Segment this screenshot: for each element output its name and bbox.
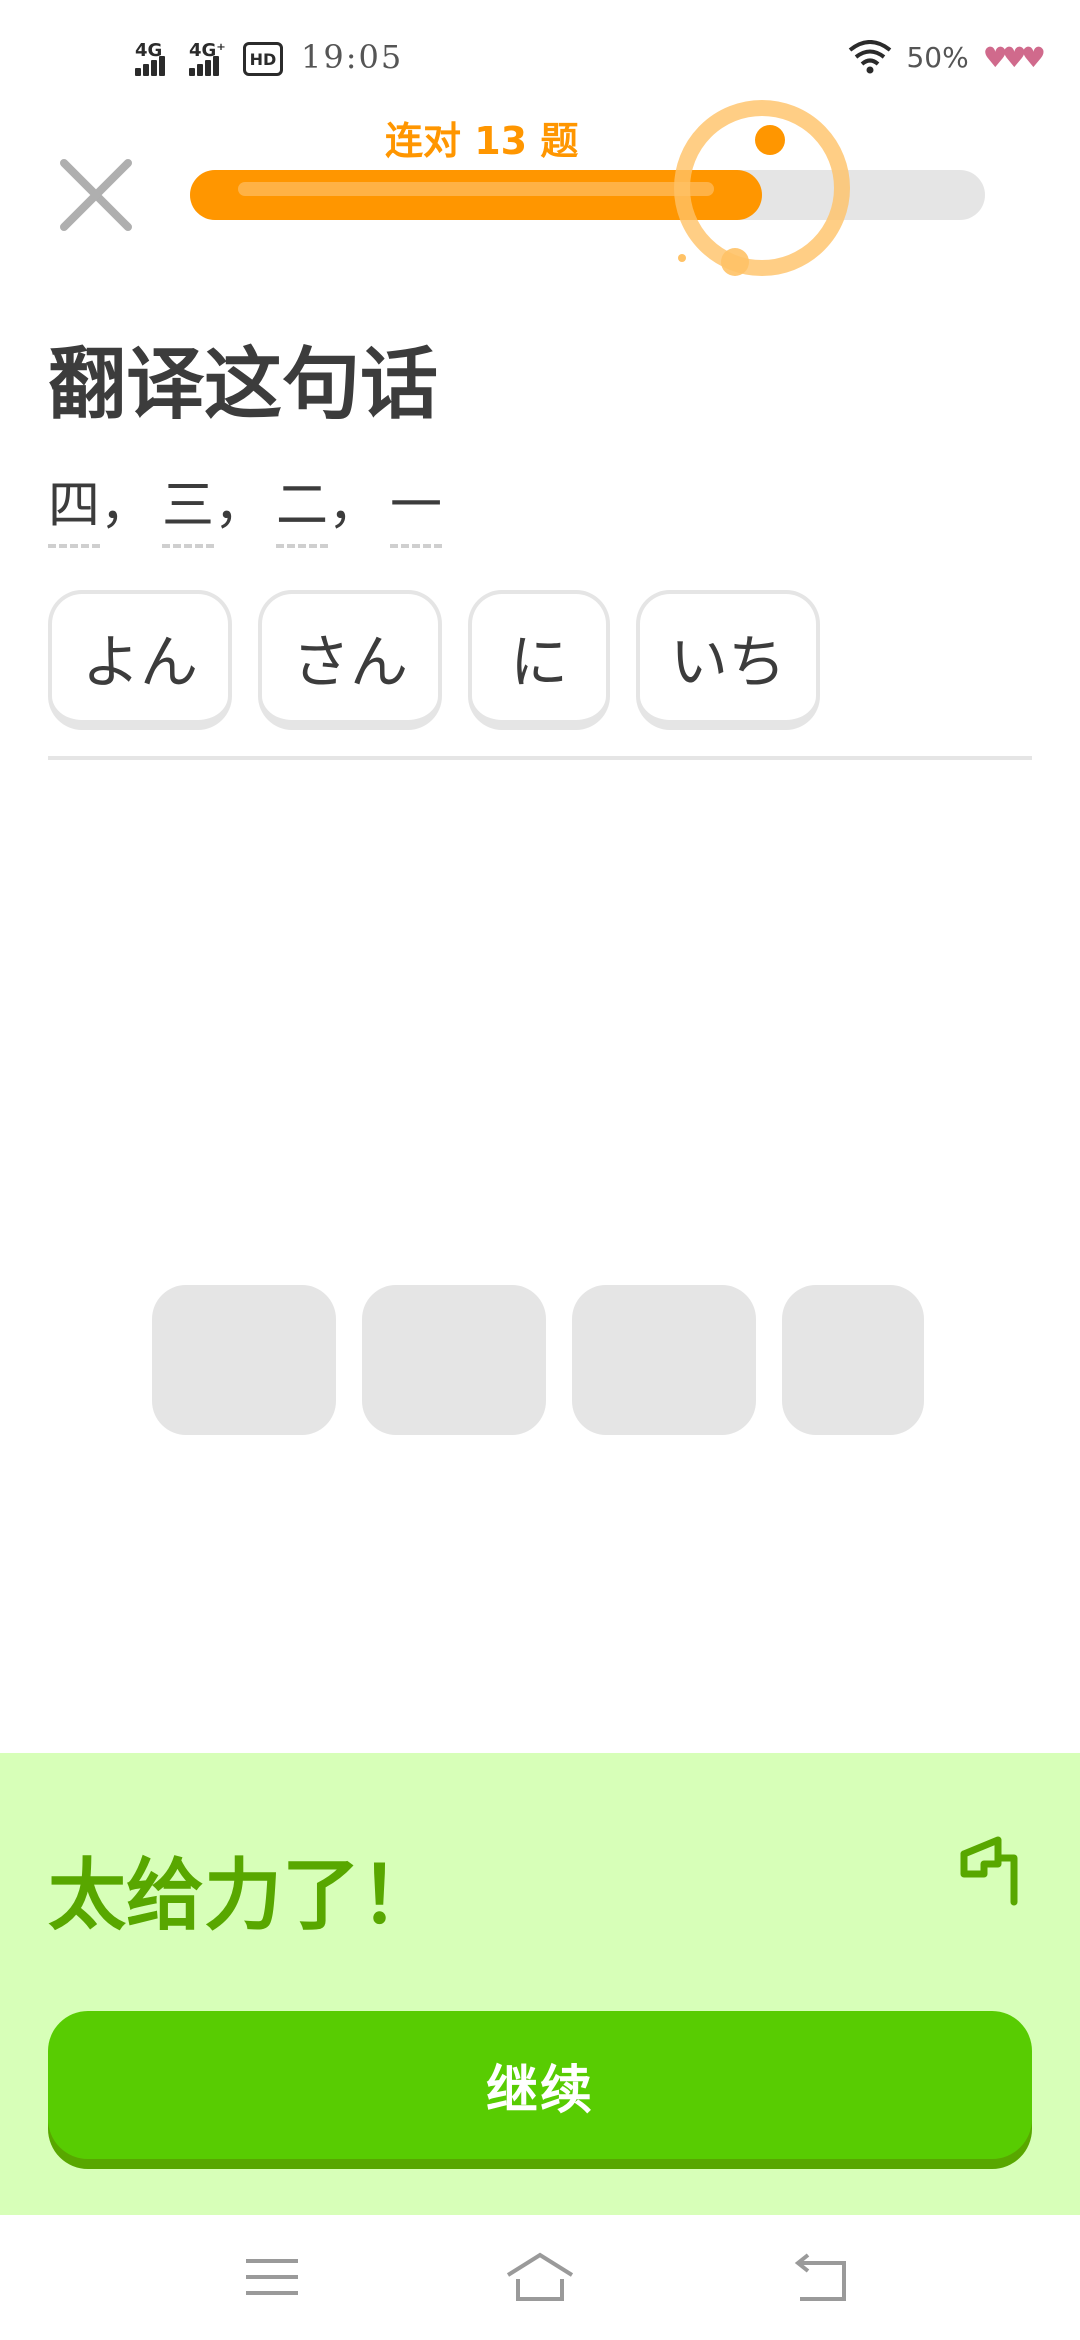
word-bank-slot [572, 1285, 756, 1435]
sentence-word[interactable]: 二 [276, 463, 329, 548]
status-left: 4G 4G⁺ HD 19:05 [135, 38, 403, 76]
page-title: 翻译这句话 [48, 340, 439, 430]
answer-word-chip[interactable]: さん [258, 590, 442, 730]
network-type-label-2: 4G⁺ [189, 40, 226, 61]
hd-badge: HD [243, 42, 283, 76]
menu-icon [246, 2259, 298, 2295]
streak-label: 连对 13 题 [385, 119, 579, 163]
sentence-word[interactable]: 四 [48, 463, 101, 548]
word-bank-slot [362, 1285, 546, 1435]
nav-menu-button[interactable] [232, 2245, 312, 2309]
lesson-progress-bar [190, 170, 985, 220]
sentence-punctuation: ， [328, 476, 381, 536]
network-type-label: 4G [135, 40, 163, 61]
sentence-punctuation: ， [214, 476, 267, 536]
signal-icon: 4G [135, 40, 165, 76]
nav-home-button[interactable] [500, 2245, 580, 2309]
answer-word-chip[interactable]: よん [48, 590, 232, 730]
back-icon [794, 2253, 846, 2301]
answer-word-chip[interactable]: いち [636, 590, 820, 730]
continue-button[interactable]: 继续 [48, 2011, 1032, 2159]
battery-level: 50% [906, 40, 969, 74]
feedback-panel: 太给力了！ 继续 [0, 1753, 1080, 2215]
wifi-icon [849, 40, 892, 74]
nav-back-button[interactable] [782, 2245, 862, 2309]
source-sentence: 四，三，二，一 [48, 463, 443, 548]
status-right: 50% ♥♥♥ [848, 40, 1046, 74]
battery-hearts-icon: ♥♥♥ [982, 40, 1046, 74]
word-bank [152, 1285, 924, 1435]
close-icon [60, 159, 132, 231]
sentence-word[interactable]: 一 [390, 463, 443, 548]
home-icon [506, 2252, 574, 2301]
signal-icon-2: 4G⁺ [189, 40, 226, 76]
answer-line [48, 756, 1032, 760]
sentence-word[interactable]: 三 [162, 463, 215, 548]
status-time: 19:05 [301, 38, 404, 76]
answer-word-chip[interactable]: に [468, 590, 610, 730]
progress-shine [238, 182, 714, 196]
word-bank-slot [152, 1285, 336, 1435]
sentence-punctuation: ， [100, 476, 153, 536]
system-nav-bar [0, 2215, 1080, 2340]
word-bank-slot [782, 1285, 924, 1435]
close-button[interactable] [56, 155, 136, 235]
report-button[interactable] [958, 1828, 1028, 1908]
feedback-title: 太给力了！ [48, 1851, 439, 1941]
status-bar: 4G 4G⁺ HD 19:05 50% ♥♥♥ [0, 0, 1080, 110]
flag-icon [960, 1836, 1018, 1906]
answer-row: よん さんにいち [48, 590, 820, 730]
